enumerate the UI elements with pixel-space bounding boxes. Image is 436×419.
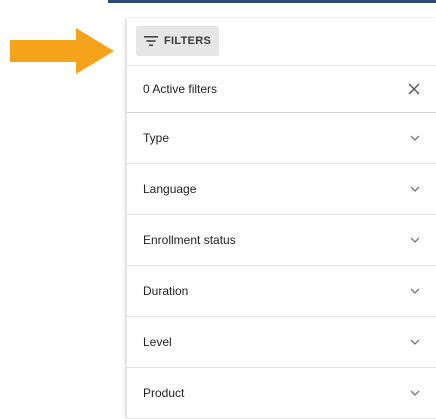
chevron-down-icon: [409, 183, 421, 195]
filter-section-type[interactable]: Type: [127, 113, 436, 164]
filters-panel: FILTERS 0 Active filters Type Language E…: [126, 18, 436, 419]
chevron-down-icon: [409, 285, 421, 297]
filters-button[interactable]: FILTERS: [136, 26, 220, 56]
filters-header: FILTERS: [127, 18, 436, 65]
filter-section-label: Enrollment status: [143, 233, 236, 247]
active-filters-count: 0 Active filters: [143, 82, 218, 96]
chevron-down-icon: [409, 387, 421, 399]
filter-section-level[interactable]: Level: [127, 317, 436, 368]
filter-section-enrollment-status[interactable]: Enrollment status: [127, 215, 436, 266]
filter-section-label: Product: [143, 386, 185, 400]
active-filters-row: 0 Active filters: [127, 65, 436, 113]
chevron-down-icon: [409, 234, 421, 246]
filter-section-label: Language: [143, 182, 197, 196]
filter-lines-icon: [144, 36, 158, 46]
pointer-arrow-icon: [10, 28, 114, 74]
filter-section-label: Duration: [143, 284, 189, 298]
filter-section-product[interactable]: Product: [127, 368, 436, 419]
filter-section-label: Type: [143, 131, 170, 145]
filter-section-language[interactable]: Language: [127, 164, 436, 215]
close-icon[interactable]: [407, 82, 421, 96]
chevron-down-icon: [409, 132, 421, 144]
filter-section-label: Level: [143, 335, 172, 349]
filter-section-duration[interactable]: Duration: [127, 266, 436, 317]
chevron-down-icon: [409, 336, 421, 348]
header-bottom-bar: [108, 0, 436, 3]
filters-button-label: FILTERS: [164, 35, 212, 47]
